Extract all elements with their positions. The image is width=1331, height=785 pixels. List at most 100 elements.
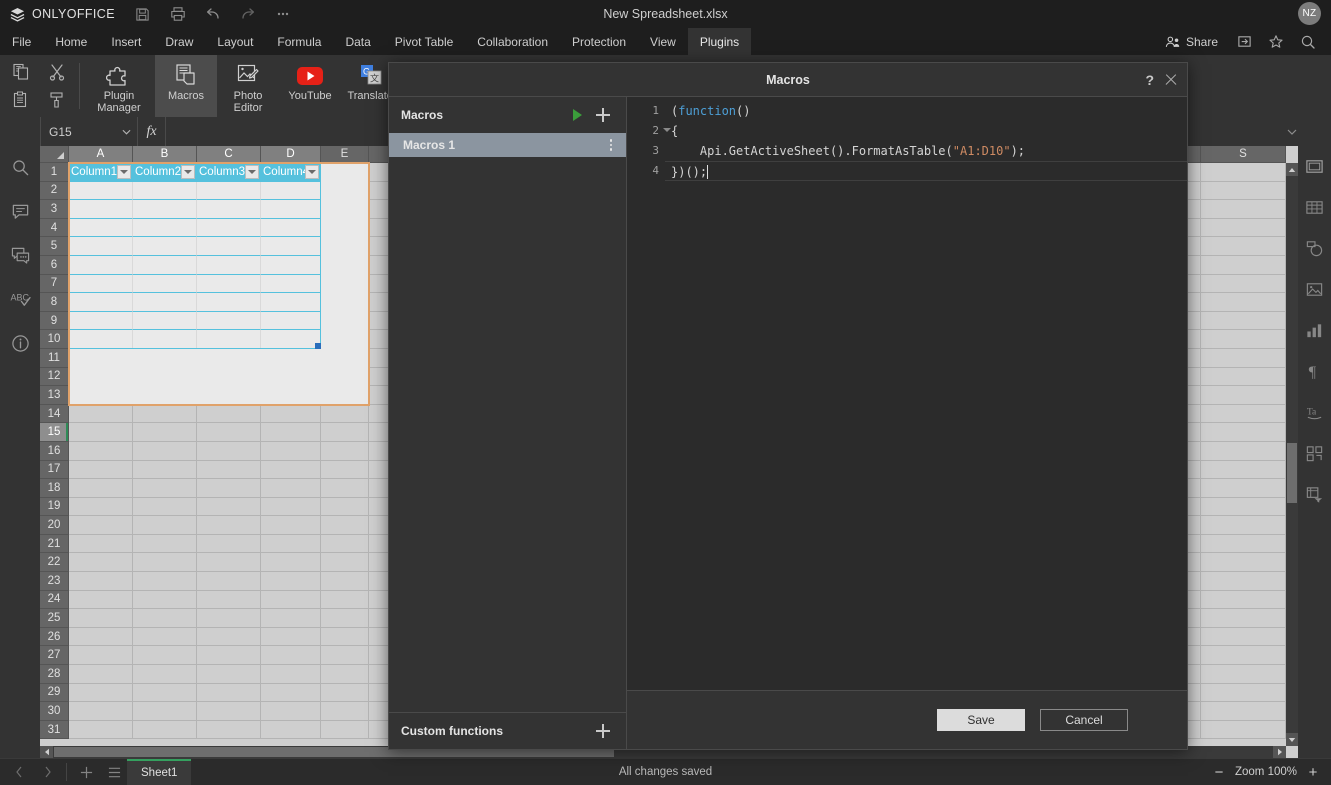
table-cell[interactable] — [69, 274, 133, 294]
grid-cell[interactable] — [1201, 497, 1286, 517]
grid-cell[interactable] — [321, 720, 369, 740]
print-icon[interactable] — [160, 0, 195, 28]
grid-cell[interactable] — [133, 404, 197, 424]
grid-cell[interactable] — [1201, 627, 1286, 647]
filter-dropdown-icon[interactable] — [245, 165, 259, 179]
table-cell[interactable] — [261, 293, 321, 312]
row-header-17[interactable]: 17 — [40, 460, 69, 480]
grid-cell[interactable] — [1201, 293, 1286, 312]
help-icon[interactable]: ? — [1145, 72, 1154, 88]
undo-icon[interactable] — [195, 0, 230, 28]
favorite-star-icon[interactable] — [1261, 28, 1291, 55]
table-cell[interactable] — [261, 237, 321, 256]
format-painter-icon[interactable] — [44, 87, 70, 113]
vertical-scroll-thumb[interactable] — [1287, 443, 1297, 503]
name-box[interactable]: G15 — [40, 117, 138, 146]
grid-cell[interactable] — [1201, 255, 1286, 275]
text-art-settings-icon[interactable]: Ta — [1300, 397, 1330, 427]
table-cell[interactable] — [197, 274, 261, 294]
copy-icon[interactable] — [8, 59, 34, 85]
grid-cell[interactable] — [1201, 720, 1286, 740]
row-header-19[interactable]: 19 — [40, 497, 69, 517]
grid-cell[interactable] — [197, 460, 261, 480]
image-settings-icon[interactable] — [1300, 274, 1330, 304]
grid-cell[interactable] — [1201, 330, 1286, 349]
share-button[interactable]: Share — [1156, 28, 1227, 55]
table-cell[interactable] — [197, 255, 261, 275]
grid-cell[interactable] — [1201, 423, 1286, 442]
code-line[interactable]: { — [665, 121, 1187, 141]
row-header-13[interactable]: 13 — [40, 386, 69, 405]
row-header-10[interactable]: 10 — [40, 330, 69, 349]
search-icon[interactable] — [5, 152, 35, 182]
add-sheet-icon[interactable] — [73, 759, 99, 785]
table-cell[interactable] — [197, 200, 261, 219]
row-header-21[interactable]: 21 — [40, 534, 69, 554]
table-cell[interactable] — [133, 255, 197, 275]
row-header-30[interactable]: 30 — [40, 702, 69, 721]
column-header-A[interactable]: A — [69, 146, 133, 163]
table-row[interactable] — [69, 255, 321, 275]
grid-cell[interactable] — [69, 423, 133, 442]
grid-cell[interactable] — [261, 609, 321, 628]
grid-cell[interactable] — [133, 460, 197, 480]
scroll-right-icon[interactable] — [1273, 746, 1286, 758]
table-cell[interactable] — [133, 181, 197, 201]
shape-settings-icon[interactable] — [1300, 233, 1330, 263]
chat-icon[interactable] — [5, 240, 35, 270]
grid-cell[interactable] — [197, 646, 261, 666]
grid-cell[interactable] — [69, 516, 133, 535]
grid-cell[interactable] — [69, 534, 133, 554]
open-file-location-icon[interactable] — [1229, 28, 1259, 55]
grid-cell[interactable] — [1201, 237, 1286, 256]
code-line[interactable]: (function() — [665, 101, 1187, 121]
comments-icon[interactable] — [5, 196, 35, 226]
grid-cell[interactable] — [197, 590, 261, 610]
grid-cell[interactable] — [69, 720, 133, 740]
row-header-11[interactable]: 11 — [40, 348, 69, 368]
photo-editor-button[interactable]: Photo Editor — [217, 55, 279, 117]
row-header-1[interactable]: 1 — [40, 163, 69, 182]
table-settings-icon[interactable] — [1300, 192, 1330, 222]
about-icon[interactable] — [5, 328, 35, 358]
zoom-out-button[interactable]: − — [1209, 762, 1229, 782]
grid-cell[interactable] — [133, 609, 197, 628]
table-cell[interactable] — [197, 330, 261, 349]
grid-cell[interactable] — [321, 404, 369, 424]
grid-cell[interactable] — [321, 460, 369, 480]
grid-cell[interactable] — [1201, 348, 1286, 368]
grid-cell[interactable] — [1201, 646, 1286, 666]
grid-cell[interactable] — [321, 423, 369, 442]
grid-cell[interactable] — [69, 553, 133, 573]
grid-cell[interactable] — [69, 441, 133, 461]
close-icon[interactable] — [1164, 73, 1178, 87]
grid-cell[interactable] — [197, 609, 261, 628]
table-row[interactable] — [69, 237, 321, 256]
table-header-cell[interactable]: Column1 — [69, 163, 133, 182]
row-header-5[interactable]: 5 — [40, 237, 69, 256]
grid-cell[interactable] — [321, 553, 369, 573]
grid-cell[interactable] — [69, 683, 133, 703]
tab-collaboration[interactable]: Collaboration — [465, 28, 560, 55]
filter-dropdown-icon[interactable] — [305, 165, 319, 179]
grid-cell[interactable] — [197, 702, 261, 721]
grid-cell[interactable] — [133, 683, 197, 703]
add-macro-icon[interactable] — [590, 102, 616, 128]
redo-icon[interactable] — [230, 0, 265, 28]
table-cell[interactable] — [69, 218, 133, 238]
grid-cell[interactable] — [321, 590, 369, 610]
row-header-25[interactable]: 25 — [40, 609, 69, 628]
table-row[interactable] — [69, 293, 321, 312]
row-header-27[interactable]: 27 — [40, 646, 69, 666]
grid-cell[interactable] — [197, 683, 261, 703]
table-row[interactable] — [69, 218, 321, 238]
grid-cell[interactable] — [261, 627, 321, 647]
grid-cell[interactable] — [197, 572, 261, 591]
grid-cell[interactable] — [197, 627, 261, 647]
table-cell[interactable] — [261, 218, 321, 238]
row-header-28[interactable]: 28 — [40, 665, 69, 684]
row-header-14[interactable]: 14 — [40, 404, 69, 424]
grid-cell[interactable] — [1201, 200, 1286, 219]
grid-cell[interactable] — [69, 665, 133, 684]
sheet-tab-sheet1[interactable]: Sheet1 — [127, 758, 192, 785]
